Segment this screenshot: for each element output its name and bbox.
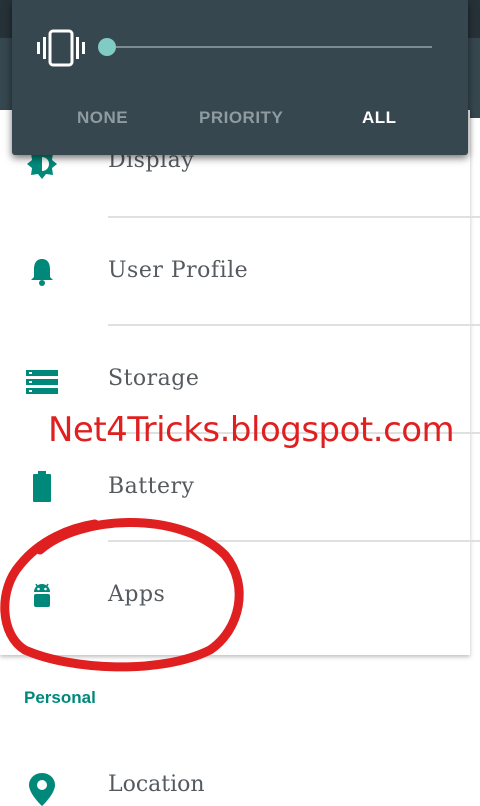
- section-header-personal: Personal: [24, 688, 96, 707]
- bell-icon: [31, 259, 53, 286]
- location-pin-icon: [29, 773, 55, 806]
- settings-item-label: Battery: [108, 474, 195, 499]
- settings-item-location[interactable]: Location: [0, 740, 480, 806]
- volume-panel: NONE PRIORITY ALL: [12, 0, 468, 155]
- mode-none-button[interactable]: NONE: [77, 108, 128, 128]
- mode-all-button[interactable]: ALL: [362, 108, 397, 128]
- volume-slider-track[interactable]: [108, 46, 432, 48]
- settings-item-user-profile[interactable]: User Profile: [0, 218, 470, 326]
- vibrate-icon[interactable]: [36, 28, 86, 68]
- watermark-text: Net4Tricks.blogspot.com: [48, 410, 455, 450]
- battery-icon: [33, 471, 51, 502]
- annotation-circle: [0, 518, 244, 672]
- volume-slider-thumb[interactable]: [98, 38, 116, 56]
- settings-item-label: User Profile: [108, 258, 249, 283]
- mode-priority-button[interactable]: PRIORITY: [199, 108, 283, 128]
- storage-icon: [26, 370, 58, 394]
- settings-item-label: Location: [108, 772, 205, 797]
- settings-item-label: Storage: [108, 366, 200, 391]
